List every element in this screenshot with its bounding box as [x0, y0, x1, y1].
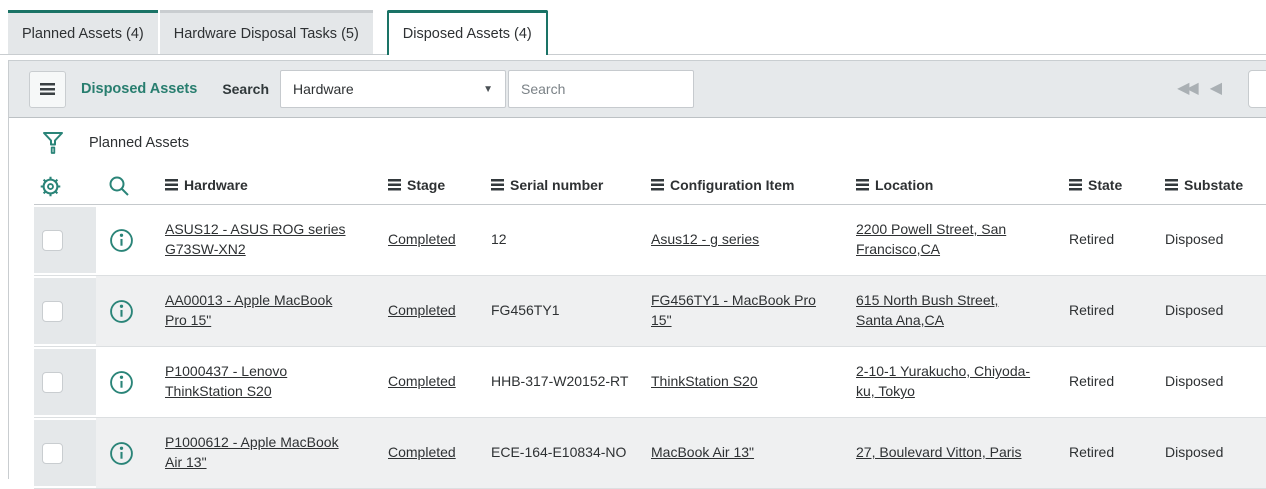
- column-menu-icon[interactable]: [856, 179, 869, 191]
- hamburger-menu-icon: [40, 83, 55, 95]
- column-menu-icon[interactable]: [1165, 179, 1178, 191]
- pagination-controls: ◀◀ ◀: [1177, 70, 1266, 108]
- search-field-select[interactable]: Hardware ▼: [280, 70, 507, 108]
- search-icon[interactable]: [108, 175, 130, 197]
- table-row: AA00013 - Apple MacBook Pro 15" Complete…: [34, 275, 1266, 347]
- state-cell: Retired: [1060, 417, 1156, 489]
- state-cell: Retired: [1060, 346, 1156, 418]
- column-header-serial-number[interactable]: Serial number: [482, 168, 642, 205]
- stage-link[interactable]: Completed: [388, 231, 456, 247]
- tab-label: Planned Assets (4): [22, 26, 144, 42]
- row-range-input[interactable]: [1248, 70, 1266, 108]
- row-checkbox[interactable]: [42, 300, 63, 322]
- filter-funnel-icon[interactable]: [42, 130, 64, 156]
- row-checkbox[interactable]: [42, 371, 63, 393]
- column-menu-icon[interactable]: [651, 179, 664, 191]
- info-icon[interactable]: [109, 228, 134, 253]
- configuration-item-link[interactable]: MacBook Air 13": [651, 444, 754, 460]
- serial-number-cell: ECE-164-E10834-NO: [482, 417, 642, 489]
- gear-icon[interactable]: [38, 174, 63, 199]
- location-link[interactable]: 2200 Powell Street, San Francisco,CA: [856, 221, 1006, 257]
- list-toolbar: Disposed Assets Search Hardware ▼ ◀◀ ◀: [9, 60, 1266, 118]
- serial-number-cell: 12: [491, 231, 507, 248]
- hardware-link[interactable]: P1000612 - Apple MacBook Air 13": [165, 434, 339, 470]
- list-menu-button[interactable]: [29, 70, 66, 108]
- column-menu-icon[interactable]: [491, 179, 504, 191]
- row-info-cell: [96, 346, 156, 418]
- search-label: Search: [222, 81, 270, 97]
- tab-label: Disposed Assets (4): [402, 26, 532, 42]
- disposed-assets-table: Hardware Stage Serial number Configurati…: [34, 168, 1266, 489]
- column-menu-icon[interactable]: [1069, 179, 1082, 191]
- column-header-state[interactable]: State: [1060, 168, 1156, 205]
- column-menu-icon[interactable]: [165, 179, 178, 191]
- stage-link[interactable]: Completed: [388, 302, 456, 318]
- filter-row: Planned Assets: [9, 118, 1266, 168]
- info-icon[interactable]: [109, 299, 134, 324]
- table-row: P1000437 - Lenovo ThinkStation S20 Compl…: [34, 346, 1266, 418]
- serial-number-cell: HHB-317-W20152-RT: [482, 346, 642, 418]
- column-header-hardware[interactable]: Hardware: [156, 168, 379, 205]
- tab-disposed-assets[interactable]: Disposed Assets (4): [386, 10, 548, 55]
- row-checkbox[interactable]: [42, 229, 63, 251]
- row-select-cell: [34, 346, 96, 418]
- state-cell: Retired: [1069, 231, 1115, 248]
- configuration-item-link[interactable]: Asus12 - g series: [651, 231, 759, 247]
- table-row: P1000612 - Apple MacBook Air 13" Complet…: [34, 417, 1266, 489]
- breadcrumb[interactable]: Planned Assets: [89, 135, 189, 151]
- row-select-cell: [34, 417, 96, 489]
- substate-cell: Disposed: [1165, 231, 1224, 248]
- column-header-location[interactable]: Location: [847, 168, 1060, 205]
- substate-cell: Disposed: [1156, 417, 1266, 489]
- list-panel: Disposed Assets Search Hardware ▼ ◀◀ ◀ P…: [8, 60, 1266, 489]
- location-link[interactable]: 615 North Bush Street, Santa Ana,CA: [856, 292, 998, 328]
- substate-cell: Disposed: [1156, 275, 1266, 347]
- configuration-item-link[interactable]: FG456TY1 - MacBook Pro 15": [651, 292, 816, 328]
- location-link[interactable]: 2-10-1 Yurakucho, Chiyoda-ku, Tokyo: [856, 363, 1030, 399]
- column-header-substate[interactable]: Substate: [1156, 168, 1266, 205]
- column-search-toggle-header[interactable]: [96, 168, 156, 205]
- row-info-cell: [96, 417, 156, 489]
- configuration-item-link[interactable]: ThinkStation S20: [651, 373, 758, 389]
- row-info-cell: [96, 275, 156, 347]
- row-checkbox[interactable]: [42, 442, 63, 464]
- search-input[interactable]: [508, 70, 695, 108]
- table-row: ASUS12 - ASUS ROG series G73SW-XN2 Compl…: [34, 204, 1266, 276]
- search-field-selected-value: Hardware: [293, 81, 354, 97]
- column-header-configuration-item[interactable]: Configuration Item: [642, 168, 847, 205]
- row-info-cell: [96, 205, 156, 276]
- serial-number-cell: FG456TY1: [482, 275, 642, 347]
- tab-hardware-disposal-tasks[interactable]: Hardware Disposal Tasks (5): [159, 10, 373, 55]
- substate-cell: Disposed: [1156, 346, 1266, 418]
- stage-link[interactable]: Completed: [388, 444, 456, 460]
- column-menu-icon[interactable]: [388, 179, 401, 191]
- previous-page-icon[interactable]: ◀: [1210, 81, 1222, 97]
- tab-planned-assets[interactable]: Planned Assets (4): [8, 10, 158, 55]
- stage-link[interactable]: Completed: [388, 373, 456, 389]
- hardware-link[interactable]: AA00013 - Apple MacBook Pro 15": [165, 292, 332, 328]
- table-header-row: Hardware Stage Serial number Configurati…: [34, 168, 1266, 205]
- first-page-icon[interactable]: ◀◀: [1177, 81, 1199, 97]
- tab-bar: Planned Assets (4) Hardware Disposal Tas…: [0, 10, 1266, 55]
- info-icon[interactable]: [109, 441, 134, 466]
- chevron-down-icon: ▼: [483, 83, 494, 95]
- state-cell: Retired: [1060, 275, 1156, 347]
- tab-label: Hardware Disposal Tasks (5): [173, 26, 359, 42]
- hardware-link[interactable]: P1000437 - Lenovo ThinkStation S20: [165, 363, 287, 399]
- hardware-link[interactable]: ASUS12 - ASUS ROG series G73SW-XN2: [165, 221, 346, 257]
- info-icon[interactable]: [109, 370, 134, 395]
- location-link[interactable]: 27, Boulevard Vitton, Paris: [856, 444, 1022, 460]
- column-header-stage[interactable]: Stage: [379, 168, 482, 205]
- row-select-cell: [34, 275, 96, 347]
- personalize-list-header[interactable]: [34, 168, 96, 205]
- list-title: Disposed Assets: [81, 81, 198, 97]
- row-select-cell: [34, 204, 96, 276]
